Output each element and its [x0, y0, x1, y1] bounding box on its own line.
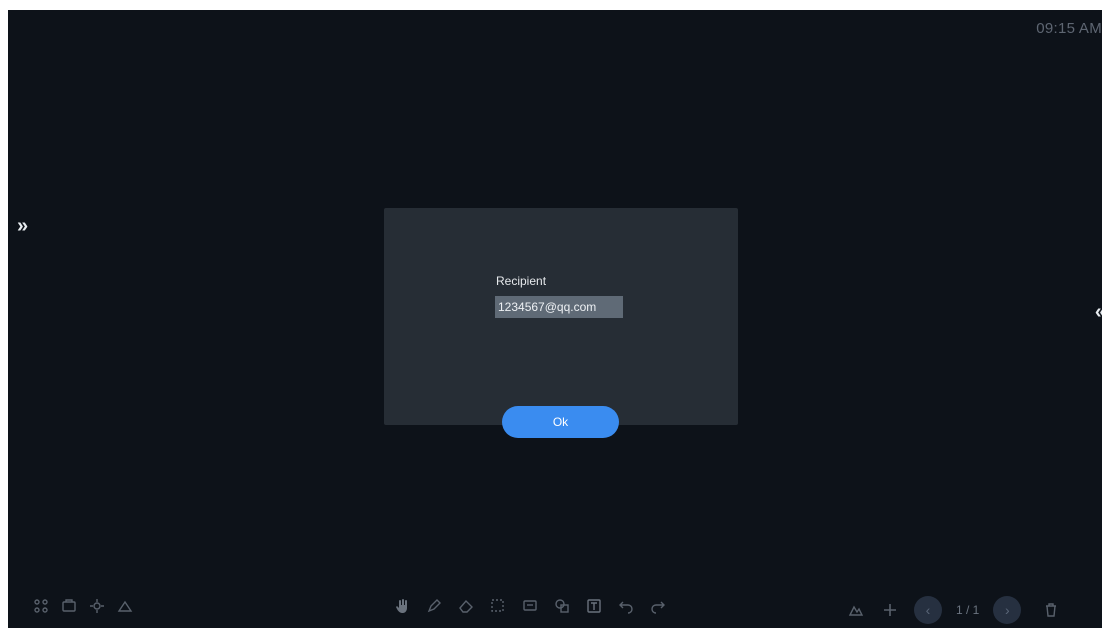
add-page-icon[interactable]	[880, 600, 900, 620]
recipient-dialog: Recipient 1234567@qq.com Ok	[384, 208, 738, 438]
screenshot-icon[interactable]	[520, 596, 540, 616]
next-page-icon[interactable]: ›	[993, 596, 1022, 624]
cloud-upload-icon[interactable]	[115, 596, 135, 616]
file-icon[interactable]	[59, 596, 79, 616]
clock: 09:15 AM	[1036, 20, 1102, 37]
whiteboard-canvas[interactable]: 09:15 AM » « Recipient 1234567@qq.com Ok	[8, 10, 1102, 628]
hand-icon[interactable]	[392, 596, 412, 616]
redo-icon[interactable]	[648, 596, 668, 616]
recipient-email-field[interactable]: 1234567@qq.com	[495, 296, 623, 318]
ok-button[interactable]: Ok	[502, 406, 619, 438]
undo-icon[interactable]	[616, 596, 636, 616]
settings-icon[interactable]	[87, 596, 107, 616]
page-indicator: 1 / 1	[956, 603, 980, 617]
expand-right-panel-icon[interactable]: «	[1095, 302, 1102, 322]
select-icon[interactable]	[488, 596, 508, 616]
delete-page-icon[interactable]	[1041, 600, 1061, 620]
prev-page-icon[interactable]: ‹	[914, 596, 942, 624]
pen-icon[interactable]	[424, 596, 444, 616]
page-overview-icon[interactable]	[846, 600, 866, 620]
expand-left-panel-icon[interactable]: »	[17, 216, 28, 236]
left-toolbar	[31, 596, 143, 616]
apps-grid-icon[interactable]	[31, 596, 51, 616]
recipient-label: Recipient	[496, 274, 547, 288]
drawing-toolbar	[392, 596, 680, 616]
text-icon[interactable]	[584, 596, 604, 616]
page-navigation: ‹ 1 / 1 ›	[846, 596, 1061, 624]
shapes-icon[interactable]	[552, 596, 572, 616]
eraser-icon[interactable]	[456, 596, 476, 616]
